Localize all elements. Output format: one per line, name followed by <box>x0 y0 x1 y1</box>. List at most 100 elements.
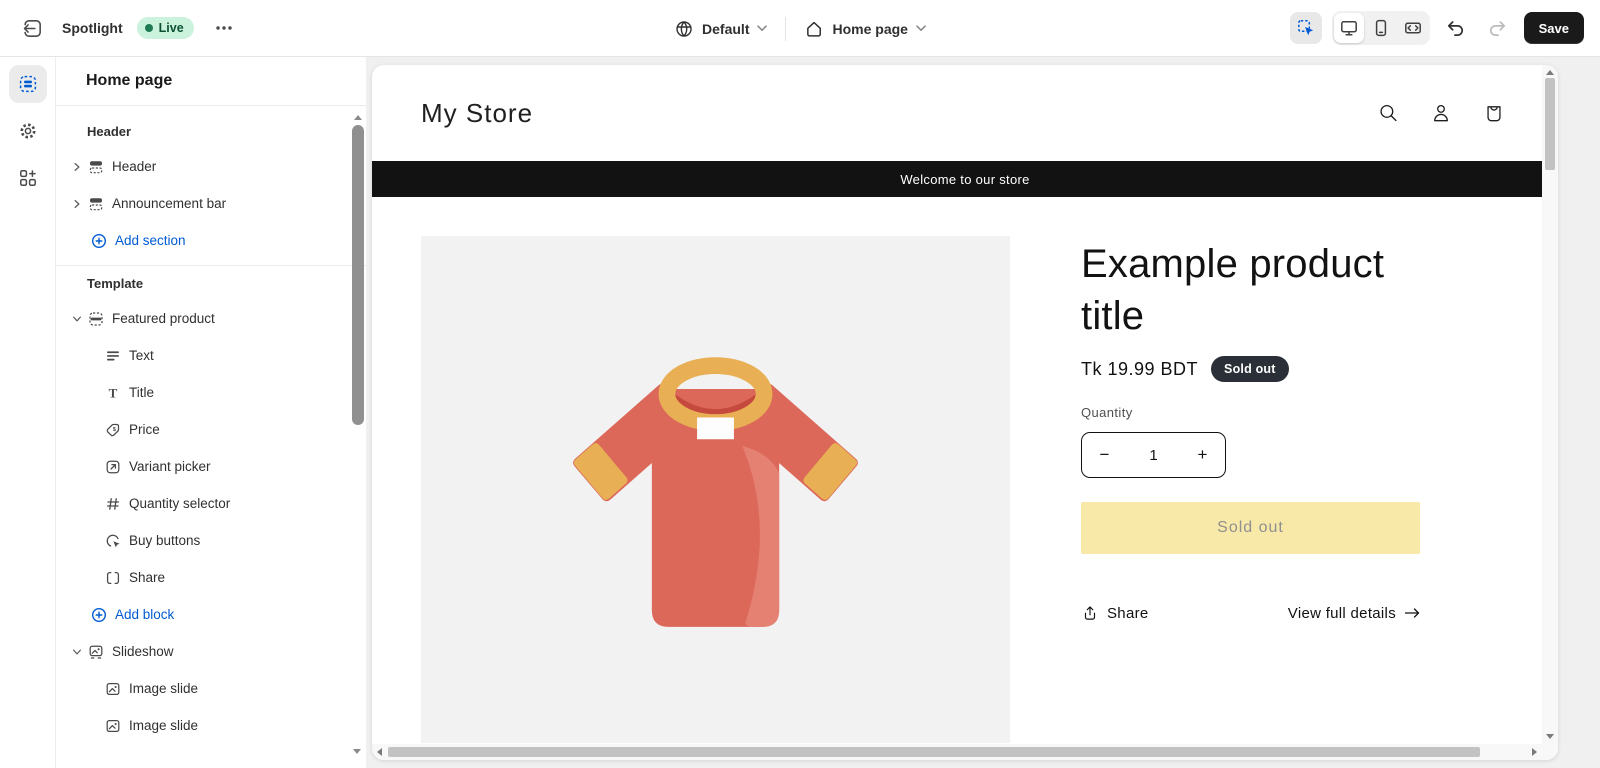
chevron-down-icon[interactable] <box>69 311 85 327</box>
tshirt-illustration <box>573 357 858 627</box>
product-info-column: Example product title Tk 19.99 BDT Sold … <box>1081 236 1421 743</box>
preview-horizontal-scrollbar[interactable] <box>372 744 1542 760</box>
announcement-bar[interactable]: Welcome to our store <box>372 161 1558 197</box>
desktop-icon <box>1339 18 1359 38</box>
sold-out-button[interactable]: Sold out <box>1081 502 1420 554</box>
theme-preview: My Store Welcome to our store Example pr… <box>372 65 1558 760</box>
quantity-increase-button[interactable]: + <box>1180 433 1225 477</box>
chevron-down-icon[interactable] <box>69 644 85 660</box>
title-icon: T <box>105 385 121 401</box>
share-button[interactable]: Share <box>1081 604 1149 622</box>
announcement-text: Welcome to our store <box>900 171 1030 187</box>
rail-theme-settings-button[interactable] <box>9 112 47 150</box>
inspect-cursor-icon <box>1296 18 1316 38</box>
undo-button[interactable] <box>1440 12 1472 44</box>
exit-editor-button[interactable] <box>16 12 48 44</box>
chevron-right-icon[interactable] <box>69 159 85 175</box>
globe-icon <box>674 19 694 39</box>
ellipsis-icon <box>214 18 234 38</box>
save-button[interactable]: Save <box>1523 12 1584 44</box>
block-item-share[interactable]: Share <box>56 559 366 596</box>
block-item-title[interactable]: T Title <box>56 374 366 411</box>
locale-selector-label: Default <box>702 20 750 37</box>
section-icon <box>88 159 104 175</box>
more-actions-button[interactable] <box>208 12 240 44</box>
image-slide-icon <box>105 681 121 697</box>
view-full-details-link[interactable]: View full details <box>1288 605 1420 622</box>
product-price: Tk 19.99 BDT <box>1081 358 1199 379</box>
sidebar-item-label: Announcement bar <box>112 196 227 211</box>
featured-product-section[interactable]: Example product title Tk 19.99 BDT Sold … <box>372 197 1558 743</box>
price-tag-icon: $ <box>105 422 121 438</box>
sidebar-item-header[interactable]: Header <box>56 148 366 185</box>
quantity-decrease-button[interactable]: − <box>1082 433 1127 477</box>
locale-selector[interactable]: Default <box>666 13 775 45</box>
panel-scrollbar-thumb[interactable] <box>352 125 364 425</box>
store-search-button[interactable] <box>1374 99 1402 127</box>
sidebar-item-featured-product[interactable]: Featured product <box>56 300 366 337</box>
product-image[interactable] <box>421 236 1010 743</box>
block-item-quantity-selector[interactable]: Quantity selector <box>56 485 366 522</box>
topbar-right-group: Save <box>1289 11 1584 45</box>
topbar-center-group: Default Home page <box>666 0 934 57</box>
section-icon <box>88 196 104 212</box>
store-cart-button[interactable] <box>1480 99 1508 127</box>
block-item-buy-buttons[interactable]: Buy buttons <box>56 522 366 559</box>
mobile-preview-button[interactable] <box>1366 13 1396 43</box>
block-item-label: Price <box>129 422 160 437</box>
block-item-image-slide[interactable]: Image slide <box>56 670 366 707</box>
block-item-label: Image slide <box>129 681 199 696</box>
add-block-label: Add block <box>115 607 175 622</box>
inspector-toggle-button[interactable] <box>1289 12 1322 44</box>
add-section-button[interactable]: Add section <box>56 222 366 259</box>
sections-panel: Home page Header Header Announcement bar… <box>56 57 366 768</box>
live-status-badge: Live <box>136 17 194 39</box>
scroll-right-arrow[interactable] <box>1532 748 1537 756</box>
block-item-label: Share <box>129 570 166 585</box>
vertical-scrollbar-thumb[interactable] <box>1545 78 1555 170</box>
rail-apps-button[interactable] <box>9 159 47 197</box>
store-header[interactable]: My Store <box>372 65 1558 161</box>
apps-icon <box>18 168 38 188</box>
preview-vertical-scrollbar[interactable] <box>1542 65 1558 744</box>
chevron-right-icon[interactable] <box>69 196 85 212</box>
horizontal-scrollbar-thumb[interactable] <box>388 747 1480 757</box>
sections-icon <box>18 74 38 94</box>
page-selector[interactable]: Home page <box>796 13 933 45</box>
group-label-template: Template <box>87 275 144 291</box>
gear-icon <box>18 121 38 141</box>
block-item-label: Variant picker <box>129 459 211 474</box>
redo-button[interactable] <box>1482 12 1514 44</box>
share-icon <box>1081 604 1099 622</box>
desktop-preview-button[interactable] <box>1333 13 1364 43</box>
rail-sections-button[interactable] <box>8 65 47 103</box>
block-item-price[interactable]: $ Price <box>56 411 366 448</box>
store-logo[interactable]: My Store <box>421 98 533 129</box>
scroll-up-arrow[interactable] <box>1546 70 1554 75</box>
view-full-details-label: View full details <box>1287 604 1396 622</box>
block-item-text[interactable]: Text <box>56 337 366 374</box>
fullscreen-preview-button[interactable] <box>1398 13 1428 43</box>
scroll-down-arrow[interactable] <box>1546 734 1554 739</box>
editor-rail <box>0 57 56 768</box>
quantity-value[interactable]: 1 <box>1127 447 1180 464</box>
section-tree: Header Header Announcement bar Add secti… <box>56 106 366 744</box>
mobile-icon <box>1371 18 1391 38</box>
add-block-button[interactable]: Add block <box>56 596 366 633</box>
sidebar-item-announcement-bar[interactable]: Announcement bar <box>56 185 366 222</box>
product-title[interactable]: Example product title <box>1081 238 1421 342</box>
block-item-variant-picker[interactable]: Variant picker <box>56 448 366 485</box>
availability-badge: Sold out <box>1211 356 1289 382</box>
scrollbar-corner <box>1542 744 1558 760</box>
store-account-button[interactable] <box>1427 99 1455 127</box>
block-item-image-slide[interactable]: Image slide <box>56 707 366 744</box>
panel-scroll-down-arrow[interactable] <box>353 749 361 754</box>
scroll-left-arrow[interactable] <box>377 748 382 756</box>
editor-topbar: Spotlight Live Default Home page Save <box>0 0 1600 57</box>
sidebar-item-slideshow[interactable]: Slideshow <box>56 633 366 670</box>
price-row: Tk 19.99 BDT Sold out <box>1081 356 1421 382</box>
panel-title: Home page <box>56 57 366 106</box>
account-icon <box>1430 102 1452 124</box>
topbar-divider <box>785 16 787 41</box>
panel-scroll-up-arrow[interactable] <box>354 115 362 120</box>
